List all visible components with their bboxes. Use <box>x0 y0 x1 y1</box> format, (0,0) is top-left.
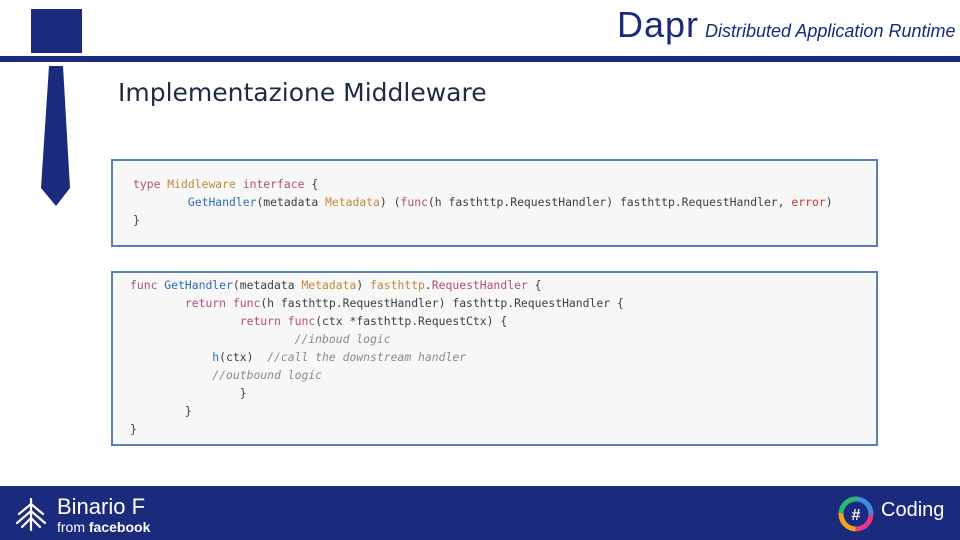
code-line: func GetHandler(metadata Metadata) fasth… <box>130 278 542 292</box>
code-line: return func(ctx *fasthttp.RequestCtx) { <box>239 314 508 328</box>
coding-hash-ring-icon: # <box>838 496 874 532</box>
footer-brand: Binario F <box>57 494 146 519</box>
code-line: } <box>130 386 247 400</box>
header-rule <box>0 56 960 62</box>
code-token: fasthttp <box>370 278 425 292</box>
code-token: h <box>212 350 220 364</box>
code-block-interface: type Middleware interface { GetHandler(m… <box>111 159 878 247</box>
code-token: error <box>791 195 826 209</box>
code-line: h(ctx) //call the downstream handler <box>212 350 467 364</box>
coding-hash-symbol: # <box>852 507 861 524</box>
tie-icon <box>41 66 70 206</box>
code-line: } <box>130 422 137 436</box>
code-token: return <box>239 314 281 328</box>
code-comment: //call the downstream handler <box>267 350 467 364</box>
code-line: type Middleware interface { <box>133 177 319 191</box>
code-token: GetHandler <box>187 195 257 209</box>
header-tagline: Distributed Application Runtime <box>705 21 956 41</box>
code-token: RequestHandler <box>431 278 528 292</box>
code-token: func <box>232 296 261 310</box>
code-token: interface <box>242 177 305 191</box>
code-token: func <box>130 278 158 292</box>
footer-sub-brand: facebook <box>88 519 151 535</box>
corner-square <box>31 9 82 53</box>
code-token: func <box>287 314 316 328</box>
code-comment: //outbound logic <box>130 368 323 382</box>
code-token: Metadata <box>325 195 380 209</box>
footer-sub-prefix: from <box>57 519 89 535</box>
coding-label: Coding <box>881 499 945 521</box>
code-token: Middleware <box>167 177 236 191</box>
code-line: GetHandler(metadata Metadata) (func(h fa… <box>187 195 833 209</box>
slide-title: Implementazione Middleware <box>118 78 487 107</box>
code-token: Metadata <box>301 278 357 292</box>
code-line: //outbound logic <box>130 366 876 384</box>
code-token: func <box>400 195 428 209</box>
code-block-gethandler: func GetHandler(metadata Metadata) fasth… <box>111 271 878 446</box>
code-comment: //inboud logic <box>130 332 391 346</box>
footer-subbrand: from facebook <box>57 519 150 535</box>
code-line: } <box>130 404 192 418</box>
code-line: } <box>133 213 140 227</box>
code-token: GetHandler <box>164 278 233 292</box>
code-line: return func(h fasthttp.RequestHandler) f… <box>184 296 624 310</box>
code-token: type <box>133 177 161 191</box>
header-brand: Dapr <box>617 4 700 45</box>
footer-bar: Binario F from facebook # Coding <box>0 486 960 540</box>
code-line: //inboud logic <box>130 330 876 348</box>
code-token: return <box>184 296 227 310</box>
binario-f-logo-icon <box>15 497 47 532</box>
header-title: Dapr Distributed Application Runtime <box>617 4 955 46</box>
